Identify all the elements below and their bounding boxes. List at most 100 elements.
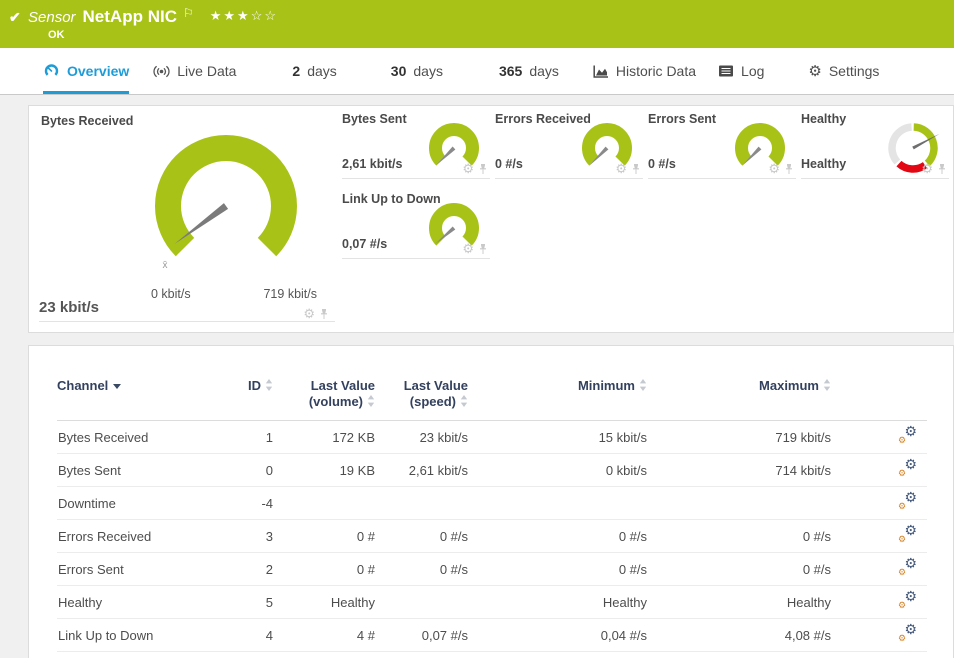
table-row[interactable]: Errors Received 3 0 # 0 #/s 0 #/s 0 #/s … [57,520,927,553]
channel-settings-icon[interactable]: ⚙⚙ [898,592,917,609]
sensor-kind-label: Sensor [28,9,76,26]
tab-2-days[interactable]: 2 days [292,48,336,94]
channel-settings-icon[interactable]: ⚙⚙ [898,427,917,444]
tab-overview-label: Overview [67,63,129,79]
maximum-value: 0 #/s [647,520,831,553]
pin-icon[interactable] [784,163,794,175]
col-id[interactable]: ID [217,378,273,421]
channel-name: Link Up to Down [57,619,217,652]
channel-settings-icon[interactable]: ⚙⚙ [898,493,917,510]
table-row[interactable]: Bytes Sent 0 19 KB 2,61 kbit/s 0 kbit/s … [57,454,927,487]
tab-365-days-unit: days [529,63,559,79]
last-value-volume [273,487,375,520]
channel-id: 5 [217,586,273,619]
col-minimum-label: Minimum [578,378,635,393]
gauge-value: 0 #/s [648,157,676,171]
tab-365-days[interactable]: 365 days [499,48,559,94]
log-icon [718,64,734,78]
tab-2-days-unit: days [307,63,337,79]
pin-icon[interactable] [319,308,329,320]
historic-data-icon [593,64,609,79]
last-value-speed: 0 #/s [375,553,468,586]
last-value-speed: 0,07 #/s [375,619,468,652]
gauge-icon [43,63,60,79]
errors-received-tile: Errors Received 0 #/s ⚙ [495,106,643,179]
col-minimum[interactable]: Minimum [468,378,647,421]
gauge-value: Healthy [801,157,846,171]
minimum-value [468,487,647,520]
col-channel[interactable]: Channel [57,378,217,421]
live-data-icon [153,64,170,79]
col-sublabel: (volume) [309,394,363,409]
channel-settings-icon[interactable]: ⚙⚙ [898,526,917,543]
pin-icon[interactable] [478,163,488,175]
pin-icon[interactable] [937,163,947,175]
table-row[interactable]: Errors Sent 2 0 # 0 #/s 0 #/s 0 #/s ⚙⚙ [57,553,927,586]
channel-gear-icon[interactable]: ⚙ [303,307,315,320]
flag-icon: ⚐ [183,6,194,20]
gauge-value: 0 #/s [495,157,523,171]
channel-name: Errors Received [57,520,217,553]
col-id-label: ID [248,378,261,393]
channel-gear-icon[interactable]: ⚙ [615,162,627,175]
sort-icon [367,395,375,407]
table-row[interactable]: Bytes Received 1 172 KB 23 kbit/s 15 kbi… [57,421,927,454]
col-label: Last Value [311,378,375,393]
col-maximum[interactable]: Maximum [647,378,831,421]
last-value-volume: 0 # [273,520,375,553]
tab-bar: Overview Live Data 2 days 30 days 365 da… [0,48,954,95]
channel-name: Errors Sent [57,553,217,586]
channel-settings-icon[interactable]: ⚙⚙ [898,625,917,642]
last-value-speed: 23 kbit/s [375,421,468,454]
tab-30-days[interactable]: 30 days [391,48,443,94]
tab-settings[interactable]: ⚙ Settings [808,48,879,94]
pin-icon[interactable] [631,163,641,175]
last-value-speed: 0 #/s [375,520,468,553]
healthy-tile: Healthy Healthy ⚙ [801,106,949,179]
tab-historic-data[interactable]: Historic Data [593,48,696,94]
gauge-title: Bytes Received [41,114,133,128]
check-icon: ✔ [9,9,21,26]
channel-settings-icon[interactable]: ⚙⚙ [898,559,917,576]
priority-stars[interactable]: ★★★☆☆ [210,8,278,24]
table-row[interactable]: Link Up to Down 4 4 # 0,07 #/s 0,04 #/s … [57,619,927,652]
tab-overview[interactable]: Overview [43,48,129,94]
channel-id: 3 [217,520,273,553]
pin-icon[interactable] [478,243,488,255]
col-sublabel: (speed) [410,394,456,409]
last-value-volume: 172 KB [273,421,375,454]
channel-name: Healthy [57,586,217,619]
channel-gear-icon[interactable]: ⚙ [921,162,933,175]
last-value-speed: 2,61 kbit/s [375,454,468,487]
svg-text:x̄: x̄ [163,260,168,271]
channels-table: Channel ID Last Value (volume) Last Valu… [57,378,927,652]
channel-settings-icon[interactable]: ⚙⚙ [898,460,917,477]
channel-gear-icon[interactable]: ⚙ [768,162,780,175]
channel-id: 2 [217,553,273,586]
sort-icon [639,379,647,391]
channel-gear-icon[interactable]: ⚙ [462,242,474,255]
gauge-scale-min: 0 kbit/s [151,287,191,301]
tab-live-data[interactable]: Live Data [153,48,236,94]
table-row[interactable]: Downtime -4 ⚙⚙ [57,487,927,520]
last-value-volume: 19 KB [273,454,375,487]
tab-live-data-label: Live Data [177,63,236,79]
channel-gear-icon[interactable]: ⚙ [462,162,474,175]
maximum-value: Healthy [647,586,831,619]
minimum-value: 0 #/s [468,520,647,553]
small-gauges-grid: Bytes Sent 2,61 kbit/s ⚙ Errors Received… [337,106,953,332]
table-row[interactable]: Healthy 5 Healthy Healthy Healthy ⚙⚙ [57,586,927,619]
tile-divider [39,321,335,322]
col-last-value-speed[interactable]: Last Value (speed) [375,378,468,421]
col-last-value-volume[interactable]: Last Value (volume) [273,378,375,421]
gauge-value: 23 kbit/s [39,299,99,316]
tab-2-days-number: 2 [292,63,300,79]
gauge-title: Errors Sent [648,112,716,126]
col-maximum-label: Maximum [759,378,819,393]
minimum-value: 0 kbit/s [468,454,647,487]
link-up-to-down-tile: Link Up to Down 0,07 #/s ⚙ [342,186,490,259]
errors-sent-tile: Errors Sent 0 #/s ⚙ [648,106,796,179]
minimum-value: 15 kbit/s [468,421,647,454]
last-value-speed [375,586,468,619]
tab-log[interactable]: Log [718,48,764,94]
